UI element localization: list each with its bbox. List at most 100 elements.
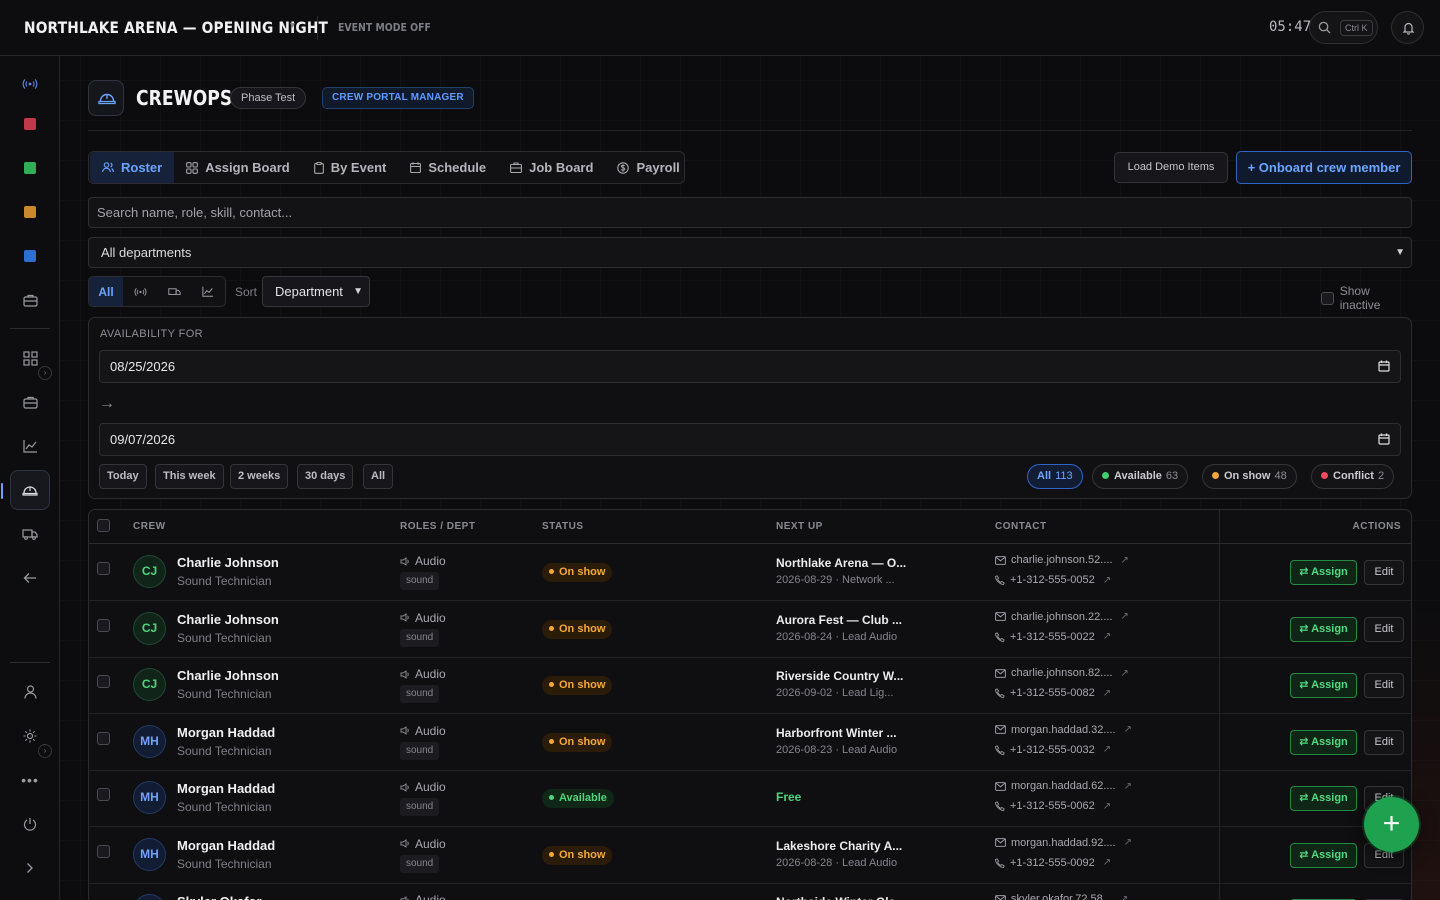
assign-button[interactable]: ⇄ Assign xyxy=(1290,616,1357,642)
table-row[interactable]: SO Skyler Okafor Sound Technician Audio … xyxy=(89,883,1411,900)
contact-email[interactable]: morgan.haddad.32.... ↗ xyxy=(995,724,1132,736)
filter-analytics[interactable] xyxy=(191,277,225,306)
event-switcher-caret-icon[interactable]: ▾ xyxy=(290,20,295,31)
calendar-icon[interactable] xyxy=(1378,360,1390,372)
edit-button[interactable]: Edit xyxy=(1364,560,1404,585)
tab-roster[interactable]: Roster xyxy=(90,152,175,183)
sidebar-item-crewops[interactable] xyxy=(1,470,50,510)
row-checkbox[interactable] xyxy=(97,675,110,688)
edit-button[interactable]: Edit xyxy=(1364,729,1404,755)
filter-live[interactable] xyxy=(123,277,157,306)
next-up-event[interactable]: Northside Winter Gla... xyxy=(776,895,905,900)
contact-email[interactable]: morgan.haddad.62.... ↗ xyxy=(995,780,1132,792)
sidebar-item-back[interactable] xyxy=(10,558,50,598)
start-date-input[interactable]: 08/25/2026 xyxy=(99,350,1401,383)
filter-transport[interactable] xyxy=(157,277,191,306)
crew-name[interactable]: Morgan Haddad xyxy=(177,725,275,740)
contact-email[interactable]: charlie.johnson.52.... ↗ xyxy=(995,554,1129,566)
assign-button[interactable]: ⇄ Assign xyxy=(1290,673,1357,698)
sidebar-expand-button[interactable] xyxy=(10,848,50,888)
assign-button[interactable]: ⇄ Assign xyxy=(1290,842,1357,868)
crew-name[interactable]: Skyler Okafor xyxy=(177,894,262,900)
sidebar-item-power[interactable] xyxy=(10,804,50,844)
edit-button[interactable]: Edit xyxy=(1364,616,1404,642)
expand-chevron-icon[interactable]: › xyxy=(38,366,52,380)
row-checkbox[interactable] xyxy=(97,844,110,858)
sidebar-item-blue-module[interactable] xyxy=(10,236,50,276)
external-link-icon[interactable]: ↗ xyxy=(1103,631,1111,642)
external-link-icon[interactable]: ↗ xyxy=(1103,801,1111,812)
onboard-crew-button[interactable]: + Onboard crew member xyxy=(1236,151,1412,184)
contact-phone[interactable]: +1-312-555-0092 ↗ xyxy=(995,857,1111,869)
end-date-input[interactable]: 09/07/2026 xyxy=(99,423,1401,456)
row-checkbox[interactable] xyxy=(97,618,110,632)
stat-on-show-pill[interactable]: On show 48 xyxy=(1202,464,1297,489)
notifications-button[interactable] xyxy=(1391,11,1424,44)
contact-phone[interactable]: +1-312-555-0022 ↗ xyxy=(995,631,1111,643)
expand-chevron-icon[interactable]: › xyxy=(38,744,52,758)
table-row[interactable]: CJ Charlie Johnson Sound Technician Audi… xyxy=(89,544,1411,601)
command-search-button[interactable]: Ctrl K xyxy=(1309,11,1378,44)
range-2-weeks-button[interactable]: 2 weeks xyxy=(230,464,289,489)
sidebar-item-briefcase[interactable] xyxy=(10,280,50,320)
next-up-event[interactable]: Aurora Fest — Club ... xyxy=(776,613,902,627)
crew-name[interactable]: Charlie Johnson xyxy=(177,612,279,627)
row-checkbox[interactable] xyxy=(97,731,110,745)
filter-all[interactable]: All xyxy=(89,277,123,306)
event-title[interactable]: NORTHLAKE ARENA — OPENING NIGHT xyxy=(24,18,328,37)
select-all-checkbox[interactable] xyxy=(97,519,110,532)
crew-name[interactable]: Charlie Johnson xyxy=(177,555,279,570)
external-link-icon[interactable]: ↗ xyxy=(1103,688,1111,699)
column-header-next-up[interactable]: NEXT UP xyxy=(776,521,823,532)
column-header-contact[interactable]: CONTACT xyxy=(995,521,1047,532)
column-header-crew[interactable]: CREW xyxy=(133,521,166,532)
sidebar-item-profile[interactable] xyxy=(10,672,50,712)
sidebar-item-analytics[interactable] xyxy=(10,426,50,466)
row-checkbox[interactable] xyxy=(97,788,110,801)
sidebar-item-jobs[interactable] xyxy=(10,382,50,422)
assign-button[interactable]: ⇄ Assign xyxy=(1290,729,1357,755)
stat-all-pill[interactable]: All 113 xyxy=(1027,464,1083,489)
sidebar-item-theme[interactable]: › xyxy=(10,716,52,758)
tab-payroll[interactable]: Payroll xyxy=(605,152,691,183)
sidebar-item-orange-module[interactable] xyxy=(10,192,50,232)
contact-email[interactable]: morgan.haddad.92.... ↗ xyxy=(995,837,1132,849)
event-mode-toggle[interactable]: EVENT MODE OFF xyxy=(338,21,431,34)
next-up-event[interactable]: Lakeshore Charity A... xyxy=(776,839,902,853)
column-header-roles[interactable]: ROLES / DEPT xyxy=(400,521,475,532)
range-all-button[interactable]: All xyxy=(363,464,394,489)
search-input[interactable] xyxy=(88,197,1412,228)
more-icon[interactable]: ••• xyxy=(10,760,50,800)
contact-email[interactable]: skyler.okafor.72.58... ↗ xyxy=(995,893,1128,900)
tab-schedule[interactable]: Schedule xyxy=(398,152,498,183)
external-link-icon[interactable]: ↗ xyxy=(1124,781,1132,792)
external-link-icon[interactable]: ↗ xyxy=(1121,611,1129,622)
next-up-event[interactable]: Northlake Arena — O... xyxy=(776,556,906,570)
sidebar-item-green-module[interactable] xyxy=(10,148,50,188)
assign-button[interactable]: ⇄ Assign xyxy=(1290,560,1357,585)
range-30-days-button[interactable]: 30 days xyxy=(297,464,354,489)
calendar-icon[interactable] xyxy=(1378,433,1390,445)
external-link-icon[interactable]: ↗ xyxy=(1124,724,1132,735)
external-link-icon[interactable]: ↗ xyxy=(1121,668,1129,679)
external-link-icon[interactable]: ↗ xyxy=(1103,857,1111,868)
contact-email[interactable]: charlie.johnson.82.... ↗ xyxy=(995,667,1129,679)
stat-available-pill[interactable]: Available 63 xyxy=(1092,464,1189,489)
contact-phone[interactable]: +1-312-555-0062 ↗ xyxy=(995,800,1111,812)
department-select[interactable]: All departments ▼ xyxy=(88,237,1412,268)
contact-phone[interactable]: +1-312-555-0032 ↗ xyxy=(995,744,1111,756)
tab-job-board[interactable]: Job Board xyxy=(498,152,605,183)
contact-phone[interactable]: +1-312-555-0052 ↗ xyxy=(995,574,1111,586)
row-checkbox[interactable] xyxy=(97,562,110,575)
range-today-button[interactable]: Today xyxy=(99,464,147,489)
tab-by-event[interactable]: By Event xyxy=(302,152,399,183)
crew-name[interactable]: Morgan Haddad xyxy=(177,781,275,796)
edit-button[interactable]: Edit xyxy=(1364,673,1404,698)
range-this-week-button[interactable]: This week xyxy=(155,464,224,489)
show-inactive-checkbox[interactable] xyxy=(1321,291,1334,305)
crew-name[interactable]: Morgan Haddad xyxy=(177,838,275,853)
external-link-icon[interactable]: ↗ xyxy=(1124,837,1132,848)
external-link-icon[interactable]: ↗ xyxy=(1121,555,1129,566)
next-up-event[interactable]: Harborfront Winter ... xyxy=(776,726,897,740)
sort-select[interactable]: Department ▼ xyxy=(262,276,370,307)
